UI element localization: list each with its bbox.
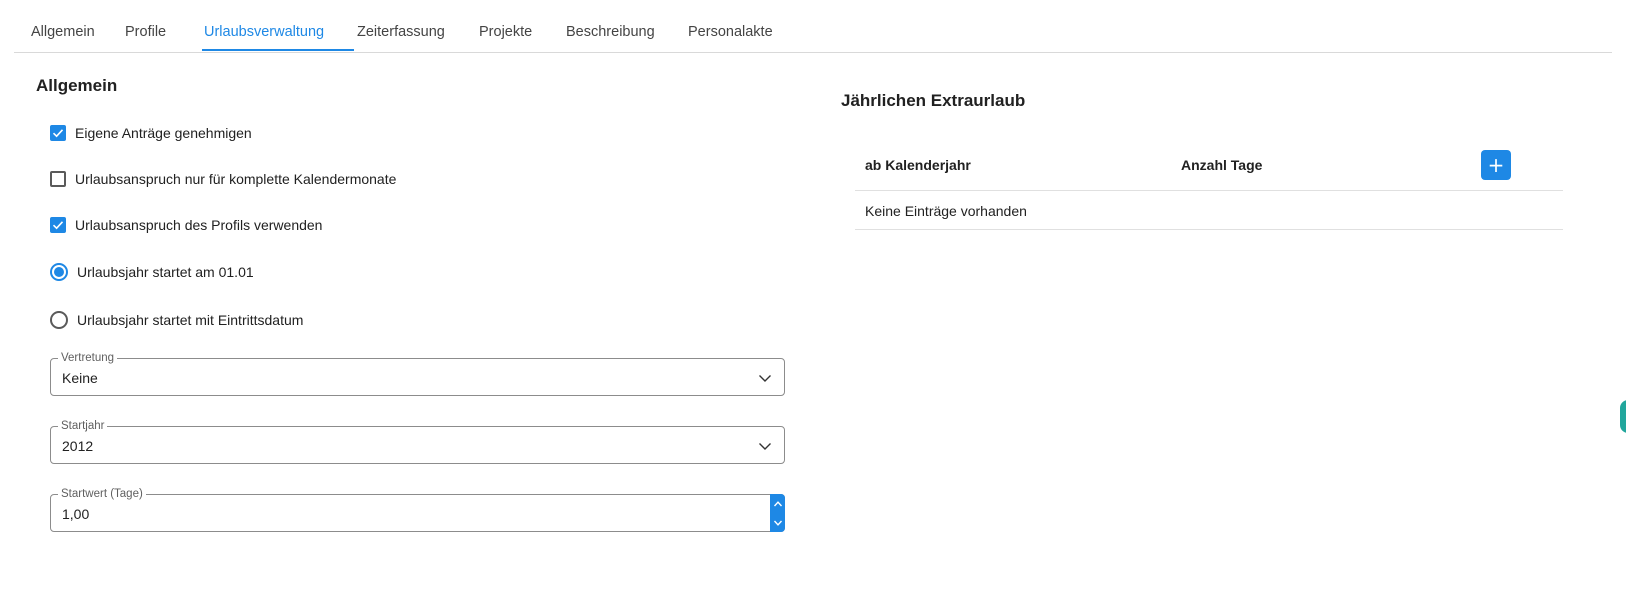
active-tab-indicator bbox=[202, 49, 354, 51]
option-label: Eigene Anträge genehmigen bbox=[75, 125, 252, 141]
field-value: Keine bbox=[62, 370, 98, 386]
field-label: Startjahr bbox=[58, 419, 108, 433]
chevron-down-icon[interactable] bbox=[758, 439, 772, 453]
column-header-anzahl-tage: Anzahl Tage bbox=[1181, 157, 1263, 173]
stepper-down-icon[interactable] bbox=[770, 513, 785, 532]
startjahr-select[interactable]: Startjahr 2012 bbox=[50, 419, 785, 464]
number-stepper[interactable] bbox=[770, 494, 785, 532]
radio-unselected-icon[interactable] bbox=[50, 311, 68, 329]
checkbox-komplette-kalendermonate[interactable]: Urlaubsanspruch nur für komplette Kalend… bbox=[50, 168, 396, 190]
table-header: ab Kalenderjahr Anzahl Tage + bbox=[855, 142, 1563, 191]
checkbox-urlaubsanspruch-profil[interactable]: Urlaubsanspruch des Profils verwenden bbox=[50, 214, 322, 236]
tab-personalakte[interactable]: Personalakte bbox=[688, 0, 773, 52]
option-label: Urlaubsanspruch des Profils verwenden bbox=[75, 217, 323, 233]
tab-projekte[interactable]: Projekte bbox=[479, 0, 532, 52]
add-entry-button[interactable]: + bbox=[1481, 150, 1511, 180]
side-panel-handle[interactable] bbox=[1620, 400, 1626, 433]
field-value[interactable]: 1,00 bbox=[62, 506, 89, 522]
empty-table-text: Keine Einträge vorhanden bbox=[865, 203, 1027, 219]
checkbox-checked-icon[interactable] bbox=[50, 217, 66, 233]
checkbox-unchecked-icon[interactable] bbox=[50, 171, 66, 187]
section-title-extraurlaub: Jährlichen Extraurlaub bbox=[841, 91, 1026, 110]
radio-urlaubsjahr-0101[interactable]: Urlaubsjahr startet am 01.01 bbox=[50, 261, 254, 283]
checkbox-eigene-antraege[interactable]: Eigene Anträge genehmigen bbox=[50, 122, 252, 144]
radio-selected-icon[interactable] bbox=[50, 263, 68, 281]
option-label: Urlaubsjahr startet am 01.01 bbox=[77, 264, 254, 280]
radio-urlaubsjahr-eintrittsdatum[interactable]: Urlaubsjahr startet mit Eintrittsdatum bbox=[50, 309, 303, 331]
tab-urlaubsverwaltung[interactable]: Urlaubsverwaltung bbox=[204, 0, 324, 52]
stepper-up-icon[interactable] bbox=[770, 494, 785, 513]
tab-beschreibung[interactable]: Beschreibung bbox=[566, 0, 655, 52]
option-label: Urlaubsanspruch nur für komplette Kalend… bbox=[75, 171, 397, 187]
tab-zeiterfassung[interactable]: Zeiterfassung bbox=[357, 0, 445, 52]
vertretung-select[interactable]: Vertretung Keine bbox=[50, 351, 785, 396]
chevron-down-icon[interactable] bbox=[758, 371, 772, 385]
startwert-input[interactable]: Startwert (Tage) 1,00 bbox=[50, 487, 785, 532]
checkbox-checked-icon[interactable] bbox=[50, 125, 66, 141]
tab-profile[interactable]: Profile bbox=[125, 0, 166, 52]
tab-allgemein[interactable]: Allgemein bbox=[31, 0, 95, 52]
column-header-kalenderjahr: ab Kalenderjahr bbox=[865, 157, 971, 173]
field-value: 2012 bbox=[62, 438, 94, 454]
table-row: Keine Einträge vorhanden bbox=[855, 191, 1563, 230]
section-title-allgemein: Allgemein bbox=[36, 76, 118, 95]
tab-bar: Allgemein Profile Urlaubsverwaltung Zeit… bbox=[14, 0, 1612, 53]
option-label: Urlaubsjahr startet mit Eintrittsdatum bbox=[77, 312, 304, 328]
field-label: Vertretung bbox=[58, 351, 118, 365]
field-label: Startwert (Tage) bbox=[58, 487, 146, 501]
